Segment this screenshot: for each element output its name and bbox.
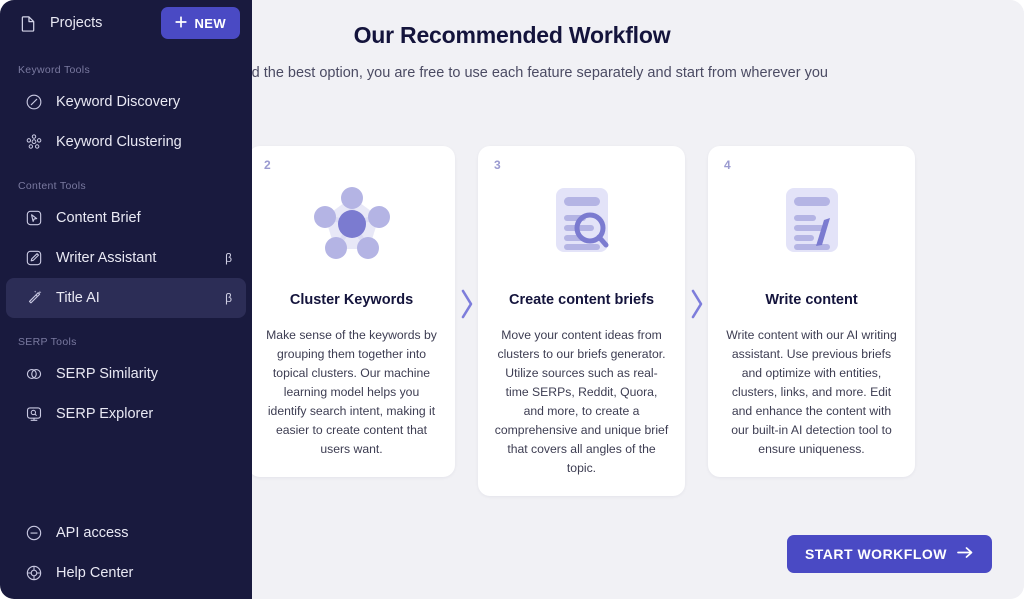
sidebar-item-serp-similarity[interactable]: SERP Similarity [6,354,246,394]
cluster-network-icon [264,176,439,272]
file-icon [18,13,38,33]
document-search-icon [494,176,669,272]
card-number: 4 [724,158,899,174]
start-workflow-label: START WORKFLOW [805,546,947,562]
sidebar-item-label: SERP Explorer [56,406,232,422]
new-button-label: NEW [194,16,226,31]
lifebuoy-icon [24,563,44,583]
sidebar-item-title-ai[interactable]: Title AI β [6,278,246,318]
card-title: Write content [724,292,899,308]
app-window: Our Recommended Workflow onsidered the b… [0,0,1024,599]
sidebar-item-label: Help Center [56,565,232,581]
sidebar-item-label: Content Brief [56,210,232,226]
card-body: Write content with our AI writing assist… [724,326,899,459]
sidebar-item-label: Keyword Clustering [56,134,232,150]
start-workflow-button[interactable]: START WORKFLOW [787,535,992,573]
sidebar-item-keyword-clustering[interactable]: Keyword Clustering [6,122,246,162]
sidebar-item-label: Writer Assistant [56,250,213,266]
workflow-card-4[interactable]: 4 Write content Write content with our A… [708,146,915,477]
card-number: 3 [494,158,669,174]
card-title: Create content briefs [494,292,669,308]
beta-badge: β [225,291,232,305]
beta-badge: β [225,251,232,265]
card-number: 2 [264,158,439,174]
sidebar-projects-label: Projects [50,15,102,31]
arrow-right-icon [957,546,974,562]
venn-circles-icon [24,364,44,384]
sidebar-group-label-keyword-tools: Keyword Tools [0,64,252,76]
cluster-dots-icon [24,132,44,152]
sidebar-item-help-center[interactable]: Help Center [6,553,246,593]
sidebar: Projects NEW Keyword Tools Keyword Disco… [0,0,252,599]
new-button[interactable]: NEW [161,7,240,39]
sidebar-group-label-serp-tools: SERP Tools [0,336,252,348]
sidebar-item-label: SERP Similarity [56,366,232,382]
card-body: Move your content ideas from clusters to… [494,326,669,478]
sidebar-item-content-brief[interactable]: Content Brief [6,198,246,238]
chevron-right-icon [455,146,478,462]
sidebar-item-label: Keyword Discovery [56,94,232,110]
sidebar-item-label: Title AI [56,290,213,306]
workflow-card-2[interactable]: 2 [248,146,455,477]
document-pen-icon [724,176,899,272]
sidebar-footer: API access Help Center [0,513,252,593]
sidebar-header: Projects NEW [0,0,252,46]
card-body: Make sense of the keywords by grouping t… [264,326,439,459]
sidebar-group-label-content-tools: Content Tools [0,180,252,192]
chevron-right-icon [685,146,708,462]
plus-icon [175,16,187,31]
sidebar-item-projects[interactable]: Projects [18,13,153,33]
card-title: Cluster Keywords [264,292,439,308]
compass-icon [24,92,44,112]
sidebar-item-api-access[interactable]: API access [6,513,246,553]
minus-circle-icon [24,523,44,543]
sidebar-item-serp-explorer[interactable]: SERP Explorer [6,394,246,434]
workflow-card-3[interactable]: 3 Create content briefs Move your conten [478,146,685,496]
pencil-square-icon [24,248,44,268]
sidebar-item-label: API access [56,525,232,541]
cursor-square-icon [24,208,44,228]
sidebar-item-writer-assistant[interactable]: Writer Assistant β [6,238,246,278]
sidebar-item-keyword-discovery[interactable]: Keyword Discovery [6,82,246,122]
monitor-search-icon [24,404,44,424]
magic-wand-icon [24,288,44,308]
